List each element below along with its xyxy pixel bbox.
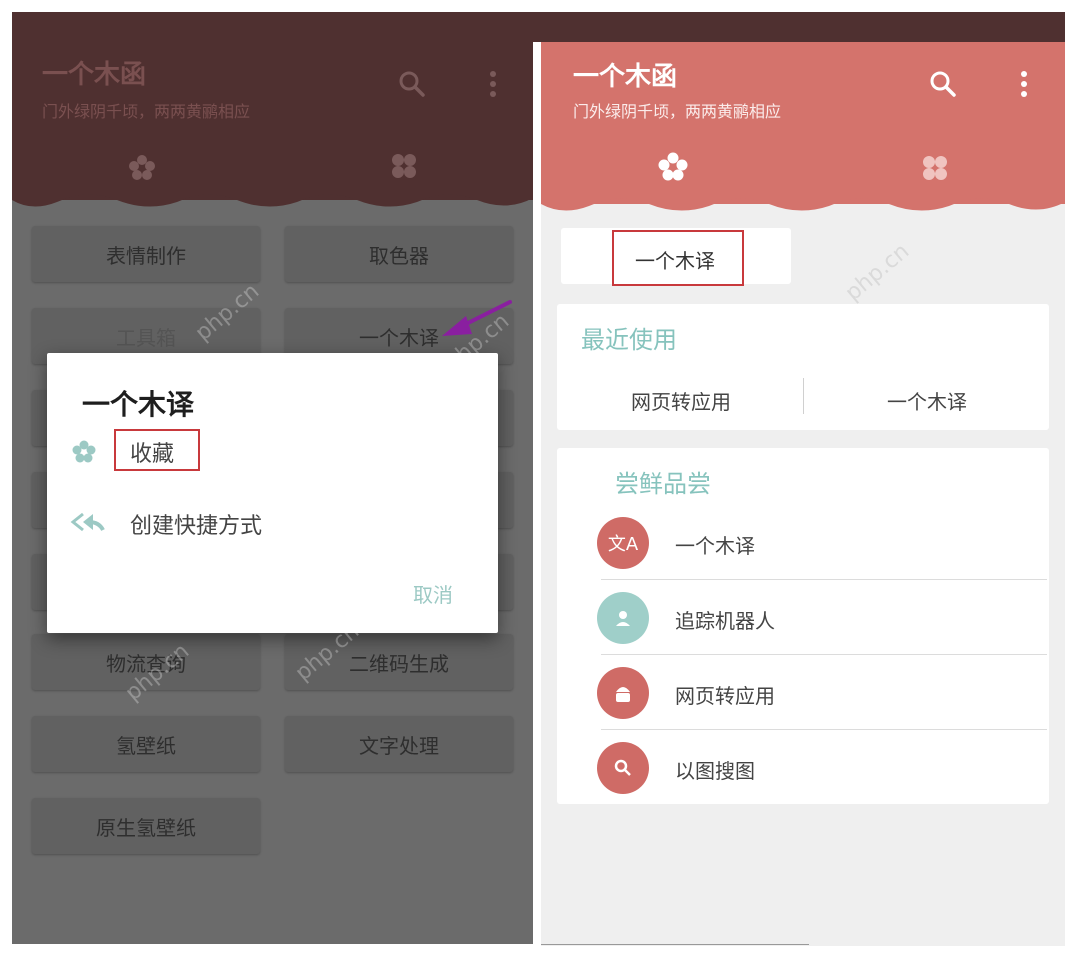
reply-all-icon (70, 512, 105, 532)
bottom-rule (541, 944, 809, 945)
tool-button-qrcode[interactable]: 二维码生成 (285, 634, 513, 690)
dialog-item-shortcut-label: 创建快捷方式 (130, 514, 263, 539)
favorite-tool-label: 一个木译 (635, 249, 715, 273)
grid-tab-icon[interactable] (390, 152, 418, 180)
recent-use-title: 最近使用 (581, 326, 677, 354)
context-dialog: 一个木译 收藏 创建快捷方式 取消 (47, 353, 498, 633)
flower-tab-icon[interactable] (658, 152, 688, 182)
left-app-header: 一个木函 门外绿阴千顷，两两黄鹂相应 (12, 12, 533, 200)
translate-icon: 文A (597, 517, 649, 569)
list-item-label: 以图搜图 (675, 759, 755, 783)
left-header-wave (12, 188, 533, 207)
left-app-subtitle: 门外绿阴千顷，两两黄鹂相应 (42, 102, 251, 121)
more-menu-icon[interactable] (1019, 70, 1029, 98)
right-header-wave (541, 192, 1065, 211)
list-item[interactable]: 网页转应用 (579, 656, 1047, 730)
tool-button-wallpaper[interactable]: 氢壁纸 (32, 716, 260, 772)
list-item[interactable]: 追踪机器人 (579, 581, 1047, 655)
tool-button-native-wallpaper[interactable]: 原生氢壁纸 (32, 798, 260, 854)
tool-button-logistics[interactable]: 物流查询 (32, 634, 260, 690)
list-item-label: 一个木译 (675, 534, 755, 558)
annotation-arrow (442, 300, 512, 336)
left-app-title: 一个木函 (42, 60, 147, 90)
flower-tab-icon[interactable] (128, 154, 156, 182)
divider (601, 579, 1047, 580)
right-app-title: 一个木函 (573, 62, 678, 92)
list-item[interactable]: 以图搜图 (579, 731, 1047, 805)
dialog-title: 一个木译 (82, 388, 195, 421)
grid-tab-icon[interactable] (921, 154, 949, 182)
divider (601, 729, 1047, 730)
tool-button-text-process[interactable]: 文字处理 (285, 716, 513, 772)
tool-button-color-picker[interactable]: 取色器 (285, 226, 513, 282)
tool-button-emoji-maker[interactable]: 表情制作 (32, 226, 260, 282)
recent-divider (803, 378, 804, 414)
list-item-label: 追踪机器人 (675, 609, 775, 633)
recent-use-card: 最近使用 网页转应用 一个木译 (557, 304, 1049, 430)
list-item[interactable]: 文A 一个木译 (579, 506, 1047, 580)
right-phone-screen: 一个木函 门外绿阴千顷，两两黄鹂相应 一个木译 最近使用 网页转应用 一个木译 … (541, 42, 1065, 946)
dialog-item-favorite-label: 收藏 (130, 442, 175, 467)
dialog-item-shortcut[interactable]: 创建快捷方式 (67, 503, 367, 543)
android-icon (597, 667, 649, 719)
divider (601, 654, 1047, 655)
list-item-label: 网页转应用 (675, 684, 775, 708)
right-app-header: 一个木函 门外绿阴千顷，两两黄鹂相应 (541, 42, 1065, 204)
recent-item-webapp[interactable]: 网页转应用 (631, 386, 731, 415)
recent-item-translate[interactable]: 一个木译 (887, 386, 967, 415)
search-icon[interactable] (398, 70, 426, 98)
dialog-item-favorite[interactable]: 收藏 (67, 429, 327, 473)
dialog-cancel-button[interactable]: 取消 (413, 579, 453, 608)
trial-title: 尝鲜品尝 (615, 470, 711, 498)
left-phone-screen: 一个木函 门外绿阴千顷，两两黄鹂相应 表情制作 取色器 工具箱 一个木译 物流查… (12, 12, 533, 944)
flower-icon (72, 440, 96, 463)
favorite-tool-card[interactable]: 一个木译 (561, 228, 791, 286)
search-icon (597, 742, 649, 794)
right-app-subtitle: 门外绿阴千顷，两两黄鹂相应 (573, 102, 782, 121)
trial-card: 尝鲜品尝 文A 一个木译 追踪机器人 网页转应用 以图搜图 (557, 448, 1049, 804)
search-icon[interactable] (929, 70, 957, 98)
person-icon (597, 592, 649, 644)
more-menu-icon[interactable] (488, 70, 498, 98)
